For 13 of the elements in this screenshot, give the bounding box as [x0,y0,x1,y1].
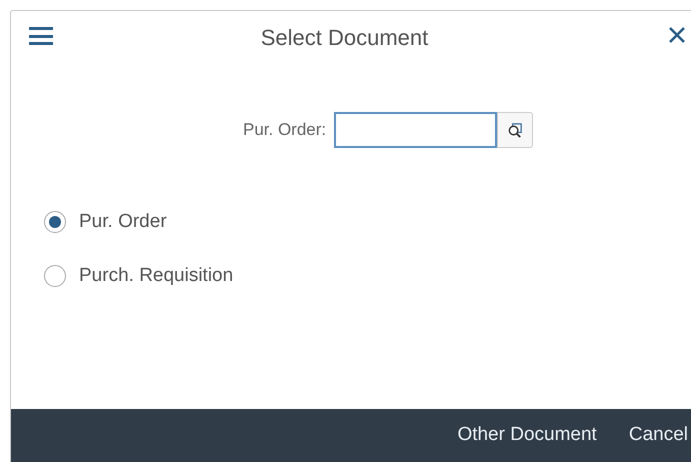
footer-button[interactable]: Other Document [457,421,597,450]
radio-option[interactable]: Purch. Requisition [44,262,691,290]
dialog-title: Select Document [260,24,428,52]
input-field[interactable] [334,112,498,148]
radio-option[interactable]: Pur. Order [44,208,691,236]
footer-button[interactable]: Cancel [628,421,688,450]
value-help-button[interactable] [497,112,534,148]
radio-button[interactable] [44,264,66,287]
radio-button[interactable] [44,211,66,234]
menu-icon[interactable] [29,26,53,46]
close-icon[interactable] [668,26,686,44]
search-icon [506,122,524,138]
field-label: Pur. Order: [243,119,326,142]
